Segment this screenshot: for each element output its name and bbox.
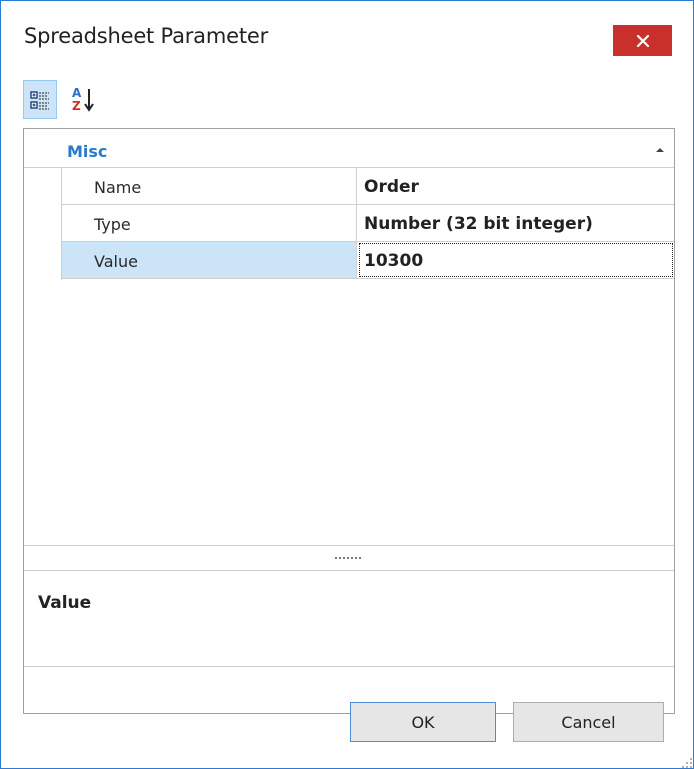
property-name-cell: Type	[62, 205, 357, 241]
property-name: Value	[94, 252, 138, 271]
property-grid-toolbar: A Z	[23, 78, 675, 124]
description-title: Value	[38, 593, 92, 613]
property-value: 10300	[364, 251, 424, 271]
close-icon	[636, 34, 649, 47]
categorized-view-button[interactable]	[23, 80, 57, 119]
property-row-type[interactable]: Type Number (32 bit integer)	[62, 205, 674, 242]
collapse-arrow-icon[interactable]	[655, 146, 665, 154]
resize-grip-icon[interactable]	[679, 755, 693, 769]
property-name-cell: Value	[62, 242, 357, 278]
splitter-grip-icon	[335, 557, 361, 559]
sort-az-icon: A Z	[72, 86, 94, 113]
property-name-cell: Name	[62, 168, 357, 204]
property-grid-area: Misc Name Order Type Number (32 bit inte…	[24, 129, 674, 545]
property-name: Type	[94, 215, 131, 234]
property-value-editor[interactable]: 10300	[358, 242, 674, 278]
property-row-name[interactable]: Name Order	[62, 168, 674, 205]
ok-button[interactable]: OK	[350, 702, 496, 742]
categorized-view-icon	[30, 90, 49, 110]
property-value-cell[interactable]: Number (32 bit integer)	[358, 205, 674, 241]
close-button[interactable]	[613, 25, 672, 56]
cancel-button[interactable]: Cancel	[513, 702, 664, 742]
grid-gutter	[24, 168, 62, 280]
property-value: Order	[364, 177, 419, 197]
category-row-misc[interactable]: Misc	[24, 133, 674, 168]
window-title: Spreadsheet Parameter	[24, 24, 269, 48]
description-panel: Value	[24, 571, 674, 667]
svg-text:Z: Z	[72, 99, 81, 113]
property-row-value[interactable]: Value 10300	[62, 242, 674, 279]
property-value-cell[interactable]: Order	[358, 168, 674, 204]
property-name: Name	[94, 178, 142, 197]
description-splitter[interactable]	[24, 545, 674, 571]
svg-text:A: A	[72, 86, 82, 100]
property-grid: Misc Name Order Type Number (32 bit inte…	[23, 128, 675, 714]
title-bar[interactable]: Spreadsheet Parameter	[1, 1, 693, 59]
dialog-window: Spreadsheet Parameter A Z Misc Name Orde…	[0, 0, 694, 769]
category-label: Misc	[67, 142, 108, 161]
alphabetical-sort-button[interactable]: A Z	[67, 80, 101, 119]
property-value: Number (32 bit integer)	[364, 214, 593, 234]
